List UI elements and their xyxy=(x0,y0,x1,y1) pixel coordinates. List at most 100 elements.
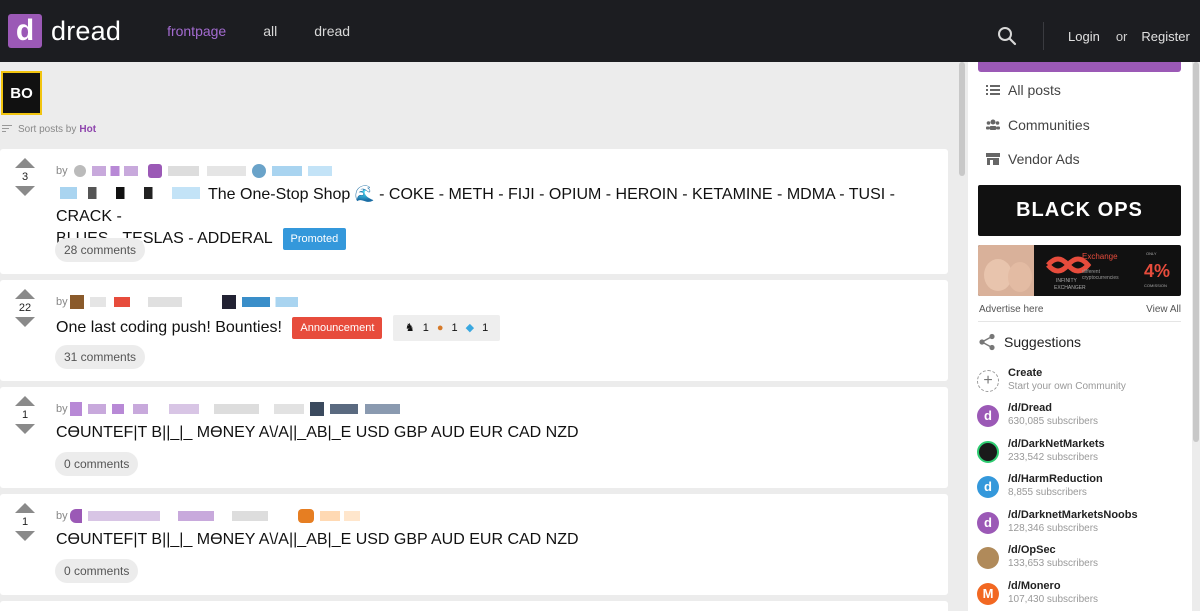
author-avatar[interactable] xyxy=(69,509,82,523)
vote-control: 1 xyxy=(15,396,35,434)
suggestion-darknetmarkets[interactable]: /d/DarkNetMarkets 233,542 subscribers xyxy=(977,438,1105,465)
plus-icon: + xyxy=(977,369,999,392)
downvote-icon[interactable] xyxy=(15,317,35,327)
post-meta xyxy=(147,297,216,307)
comments-button[interactable]: 28 comments xyxy=(55,238,146,262)
site-logo[interactable]: d dread xyxy=(8,14,121,48)
banner-infinity: INFINITY xyxy=(1056,278,1077,284)
post-meta-2 xyxy=(271,166,332,176)
nav-dread[interactable]: dread xyxy=(314,23,350,39)
comments-button[interactable]: 0 comments xyxy=(55,452,139,476)
post-title[interactable]: CӨUNTEF|T B||_|_ MӨNEY A\/A||_AB|_E USD … xyxy=(56,422,579,444)
sidebar-item-communities[interactable]: Communities xyxy=(986,117,1090,133)
sidebar-divider xyxy=(978,321,1181,322)
suggestion-opsec[interactable]: /d/OpSec 133,653 subscribers xyxy=(977,544,1098,571)
vote-count: 22 xyxy=(18,302,32,314)
post-title[interactable]: CӨUNTEF|T B||_|_ MӨNEY A\/A||_AB|_E USD … xyxy=(56,529,579,551)
suggestion-dread[interactable]: d /d/Dread 630,085 subscribers xyxy=(977,402,1098,429)
post-card[interactable] xyxy=(0,601,948,611)
suggestion-darknetmarketsnoobs[interactable]: d /d/DarknetMarketsNoobs 128,346 subscrib… xyxy=(977,509,1138,536)
post-card[interactable]: 1 by CӨUNTEF|T B||_|_ MӨNEY A\/A||_AB|_E… xyxy=(0,387,948,488)
register-link[interactable]: Register xyxy=(1141,29,1189,44)
upvote-icon[interactable] xyxy=(15,289,35,299)
author-name[interactable] xyxy=(89,297,130,307)
author-avatar[interactable] xyxy=(69,402,82,416)
nav-all[interactable]: all xyxy=(263,23,277,39)
dread-logo-icon: d xyxy=(977,404,999,427)
feed-scroll-thumb[interactable] xyxy=(959,62,965,176)
upvote-icon[interactable] xyxy=(15,503,35,513)
by-label: by xyxy=(56,165,68,177)
sort-label: Sort posts by xyxy=(18,124,77,135)
author-flag-icon xyxy=(221,295,236,309)
suggestion-name: /d/Monero xyxy=(1008,580,1061,592)
black-ops-banner[interactable]: BLACK OPS xyxy=(978,185,1181,236)
nav-frontpage[interactable]: frontpage xyxy=(167,23,226,39)
author-name[interactable] xyxy=(91,166,138,176)
post-byline: by xyxy=(56,295,298,309)
vote-count: 1 xyxy=(21,516,29,528)
suggestion-sub: Start your own Community xyxy=(1008,381,1126,392)
sort-value[interactable]: Hot xyxy=(79,124,96,135)
advertise-link[interactable]: Advertise here xyxy=(979,304,1043,315)
author-flag-icon xyxy=(297,509,314,523)
suggestion-name: Create xyxy=(1008,367,1043,379)
banner-exchanger: EXCHANGER xyxy=(1054,285,1086,291)
logo-mark: d xyxy=(8,14,42,48)
dnmnoobs-logo-icon: d xyxy=(977,511,999,534)
announcement-badge: Announcement xyxy=(292,317,383,339)
login-link[interactable]: Login xyxy=(1068,29,1100,44)
suggestion-sub: 233,542 subscribers xyxy=(1008,452,1099,463)
suggestion-monero[interactable]: M /d/Monero 107,430 subscribers xyxy=(977,580,1098,607)
author-name[interactable] xyxy=(87,511,268,521)
downvote-icon[interactable] xyxy=(15,424,35,434)
topbar-divider xyxy=(1043,22,1044,50)
post-card[interactable]: 1 by CӨUNTEF|T B||_|_ MӨNEY A\/A||_AB|_E… xyxy=(0,494,948,595)
banner-comission: COMISSION xyxy=(1144,283,1167,288)
post-meta-2 xyxy=(319,511,360,521)
view-all-link[interactable]: View All xyxy=(1146,304,1181,315)
suggestion-create[interactable]: + Create Start your own Community xyxy=(977,367,1126,394)
suggestion-harmreduction[interactable]: d /d/HarmReduction 8,855 subscribers xyxy=(977,473,1103,500)
banner-percent: 4% xyxy=(1144,261,1170,281)
sidebar-item-all-posts[interactable]: All posts xyxy=(986,82,1061,98)
author-flag-icon xyxy=(251,164,266,178)
sort-icon xyxy=(2,125,12,134)
feed-scrollbar[interactable] xyxy=(958,62,966,611)
sidebar-scroll-thumb[interactable] xyxy=(1193,62,1199,442)
suggestion-sub: 128,346 subscribers xyxy=(1008,523,1099,534)
sidebar-scrollbar[interactable] xyxy=(1192,62,1200,611)
upvote-icon[interactable] xyxy=(15,396,35,406)
share-icon xyxy=(979,333,995,351)
search-icon[interactable] xyxy=(997,26,1017,46)
post-card[interactable]: 3 by The One-Stop Shop 🌊 - COKE - METH -… xyxy=(0,149,948,274)
author-avatar[interactable] xyxy=(69,295,84,309)
banner-exchange: Exchange xyxy=(1082,252,1118,261)
vote-control: 1 xyxy=(15,503,35,541)
comments-button[interactable]: 31 comments xyxy=(55,345,146,369)
harmreduction-logo-icon: d xyxy=(977,475,999,498)
infinity-exchanger-banner[interactable]: INFINITY EXCHANGER Exchange different cr… xyxy=(978,245,1181,296)
upvote-icon[interactable] xyxy=(15,158,35,168)
author-avatar[interactable] xyxy=(73,165,86,177)
post-title[interactable]: The One-Stop Shop 🌊 - COKE - METH - FIJI… xyxy=(56,184,948,250)
author-name[interactable] xyxy=(87,404,148,414)
post-meta-2 xyxy=(329,404,400,414)
award-count: 1 xyxy=(482,322,489,334)
vote-control: 3 xyxy=(15,158,35,196)
vote-count: 1 xyxy=(21,409,29,421)
post-feed: BO Sort posts by Hot 3 by The One-Stop S… xyxy=(0,62,948,611)
community-avatar[interactable]: BO xyxy=(1,71,42,115)
awards-group: ♞ 1 ● 1 ◆ 1 xyxy=(392,315,501,341)
downvote-icon[interactable] xyxy=(15,531,35,541)
post-title[interactable]: One last coding push! Bounties! Announce… xyxy=(56,315,501,341)
post-byline: by xyxy=(56,509,360,523)
banner-title: BLACK OPS xyxy=(1016,199,1143,221)
sidebar-item-vendor-ads[interactable]: Vendor Ads xyxy=(986,151,1080,167)
sort-control[interactable]: Sort posts by Hot xyxy=(2,124,96,135)
downvote-icon[interactable] xyxy=(15,186,35,196)
sidebar-action-button[interactable] xyxy=(978,62,1181,72)
suggestion-name: /d/DarknetMarketsNoobs xyxy=(1008,509,1138,521)
comments-button[interactable]: 0 comments xyxy=(55,559,139,583)
post-card[interactable]: 22 by One last coding push! Bounties! An… xyxy=(0,280,948,381)
